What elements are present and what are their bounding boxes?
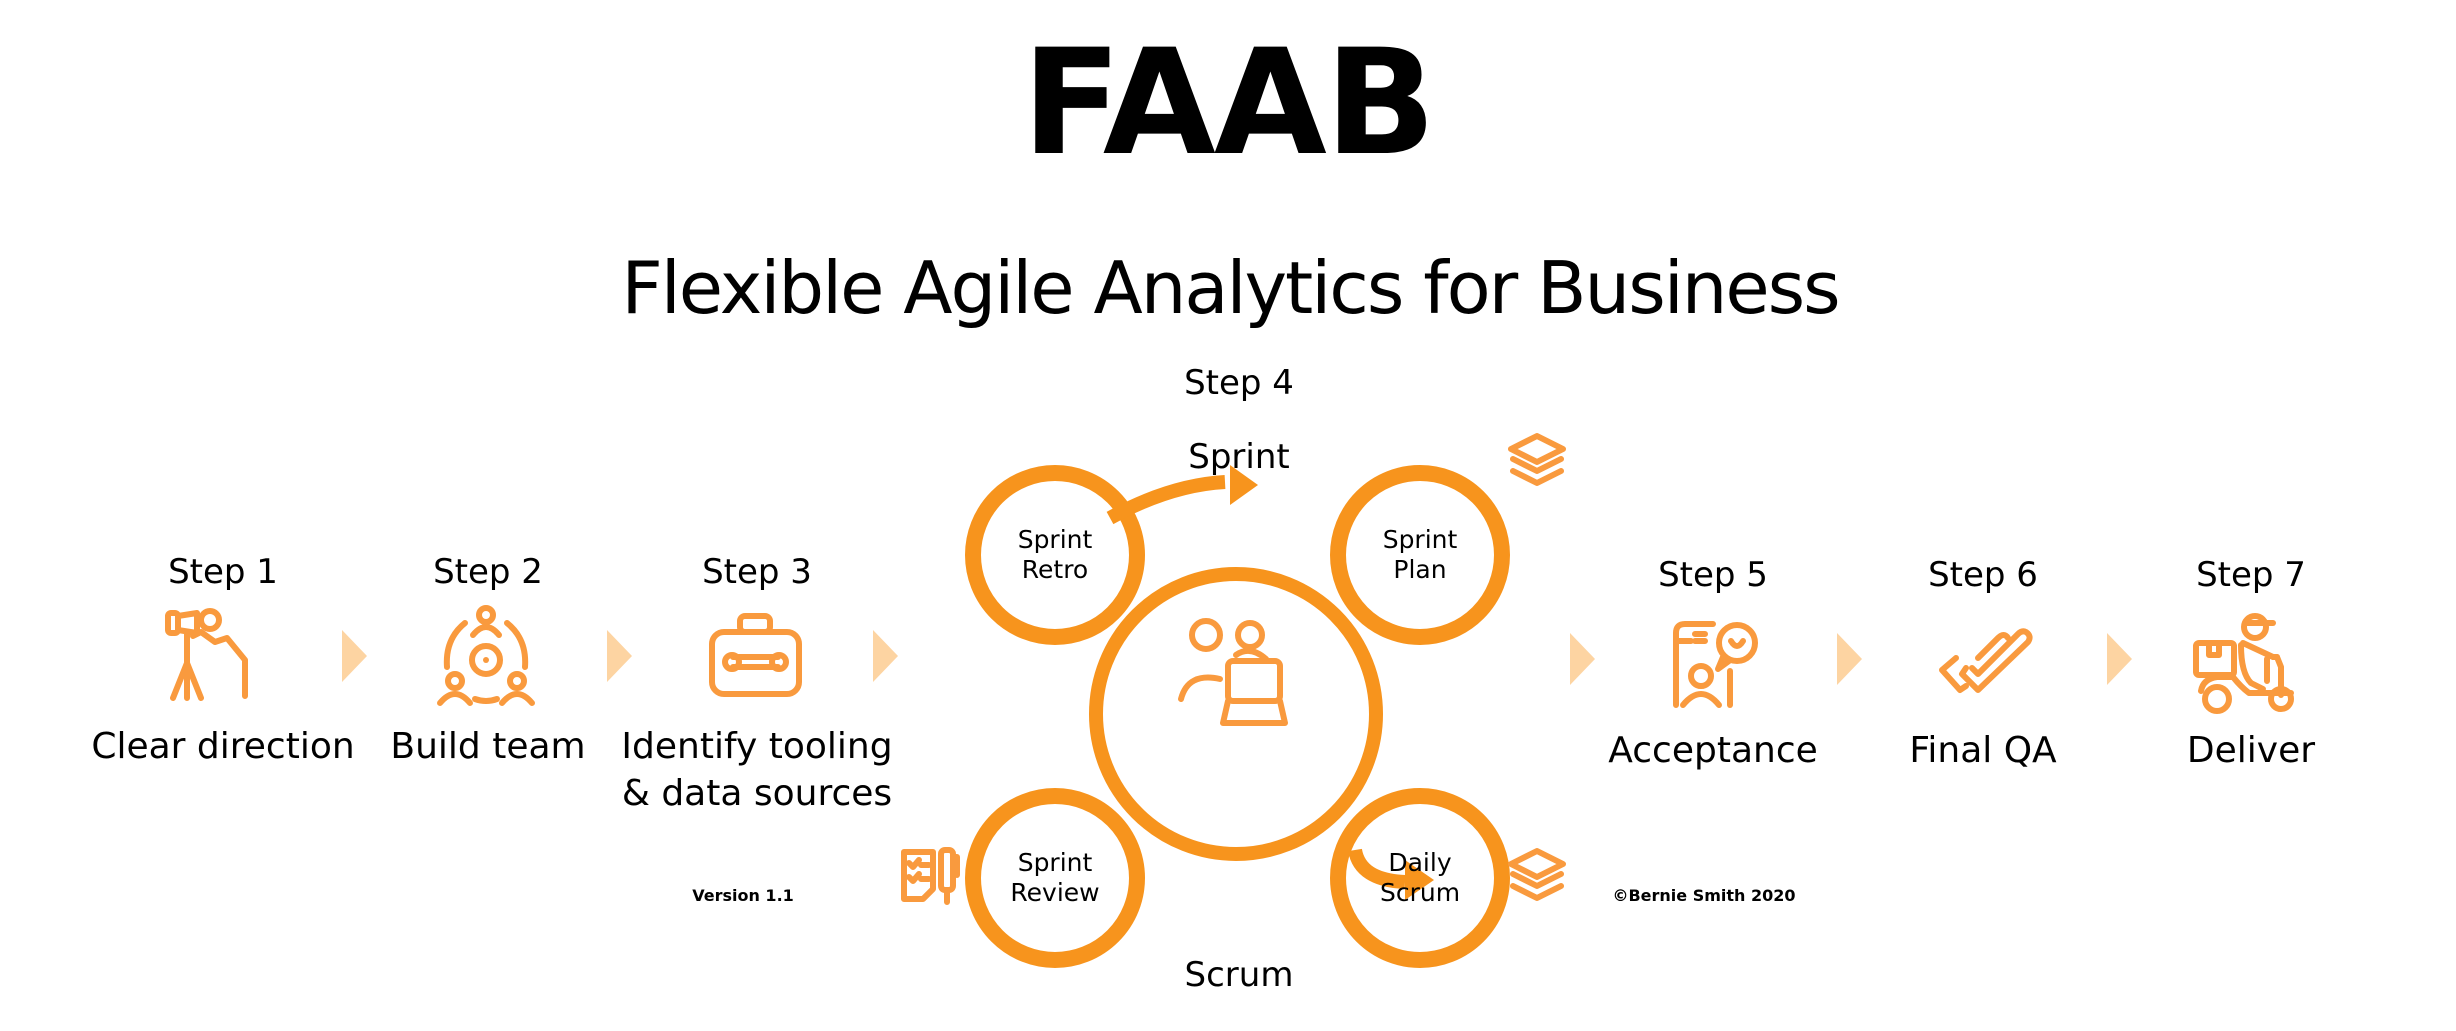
sprint-retro-line-2: Retro <box>1021 555 1089 584</box>
sprint-review-line-1: Sprint <box>1017 848 1093 877</box>
sprint-label: Sprint <box>1188 437 1290 477</box>
daily-scrum-label: Daily Scrum <box>1380 848 1460 908</box>
sprint-plan-line-2: Plan <box>1393 555 1447 584</box>
daily-scrum-line-2: Scrum <box>1379 878 1461 907</box>
version-label: Version 1.1 <box>692 886 794 905</box>
copyright-label: ©Bernie Smith 2020 <box>1612 886 1796 905</box>
layers-icon-top <box>1508 433 1566 486</box>
sprint-retro-line-1: Sprint <box>1017 525 1093 554</box>
sprint-plan-label: Sprint Plan <box>1383 525 1458 585</box>
scrum-label: Scrum <box>1184 955 1294 995</box>
sprint-top-arrow-arc <box>1106 475 1226 525</box>
double-check-icon <box>1939 628 2033 693</box>
delivery-scooter-icon <box>2193 613 2294 714</box>
layers-icon-bottom <box>1508 848 1566 901</box>
sprint-retro-label: Sprint Retro <box>1018 525 1093 585</box>
sprint-review-label: Sprint Review <box>1010 848 1099 908</box>
phone-feedback-icon <box>1673 621 1758 708</box>
team-laptop-icon <box>1178 618 1288 726</box>
sprint-cycle <box>965 465 1510 968</box>
daily-scrum-line-1: Daily <box>1388 848 1452 877</box>
checklist-pen-icon <box>901 847 960 905</box>
sprint-review-line-2: Review <box>1010 878 1100 907</box>
sprint-plan-line-1: Sprint <box>1382 525 1458 554</box>
